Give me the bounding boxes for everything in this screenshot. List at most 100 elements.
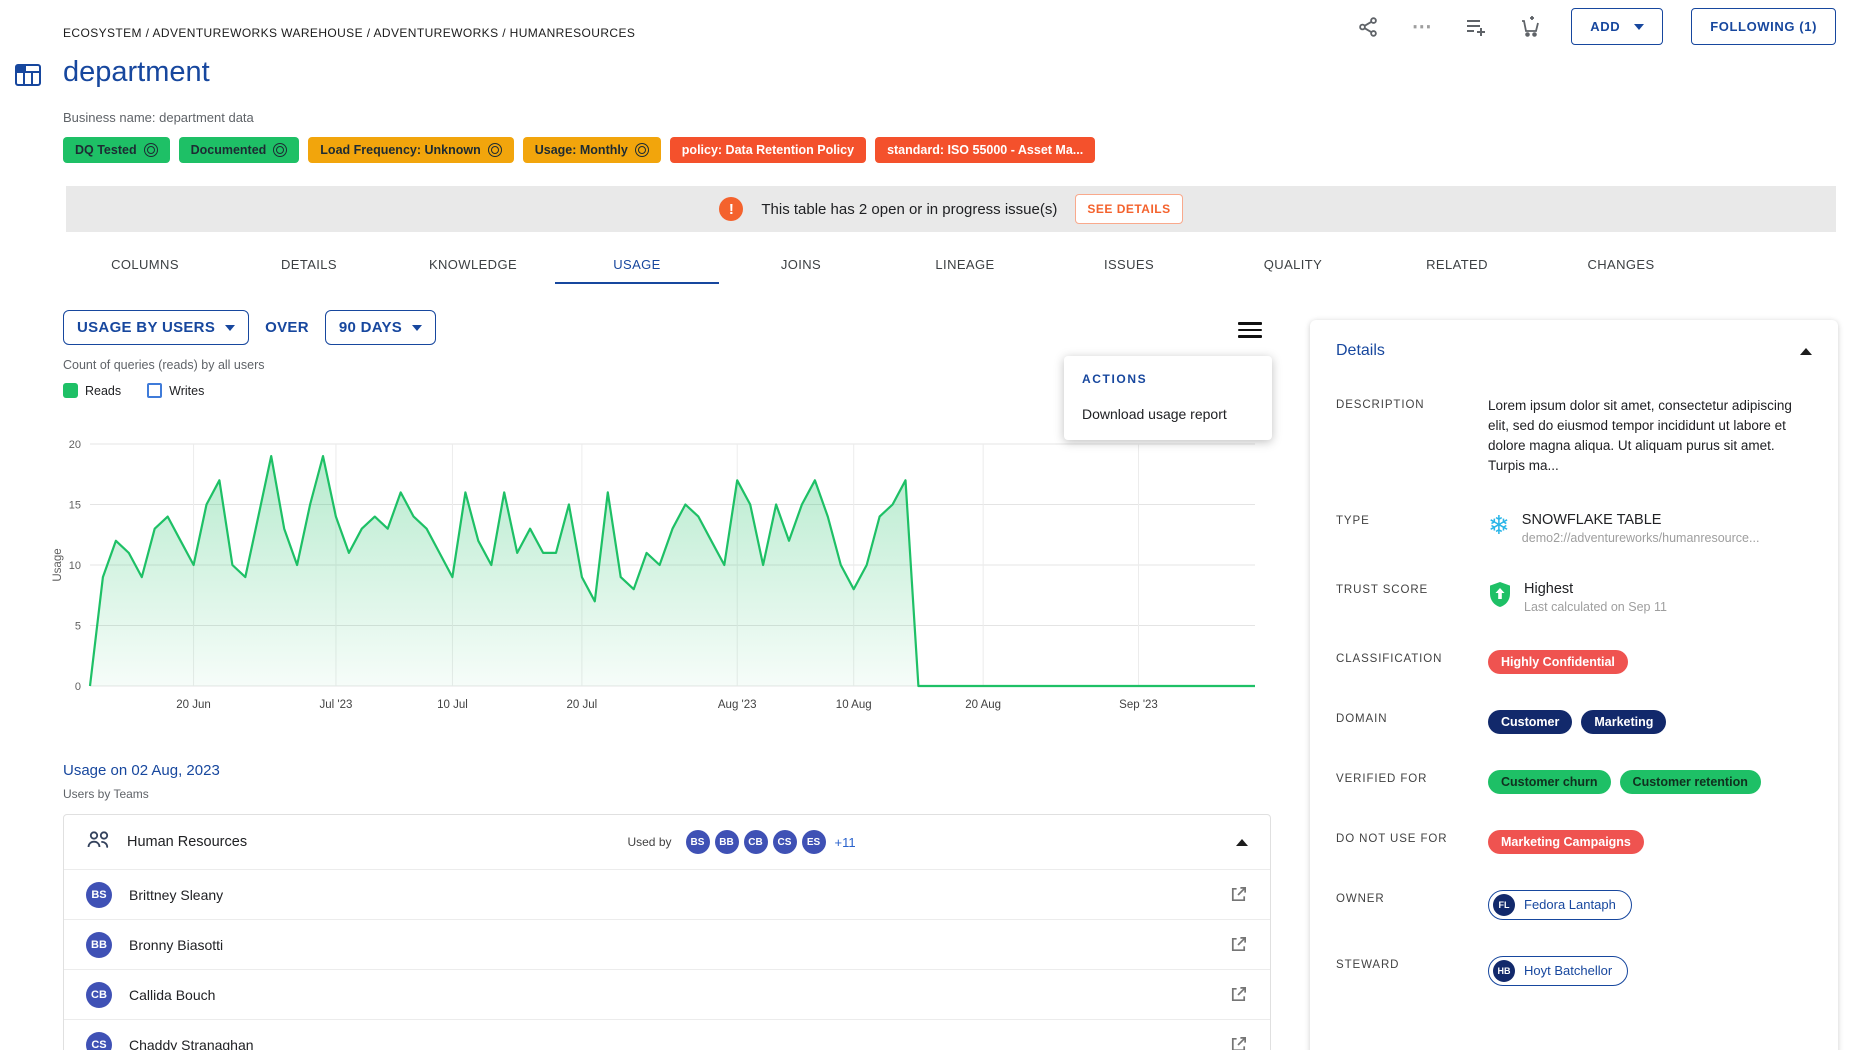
- following-button-label: FOLLOWING (1): [1710, 19, 1817, 34]
- tab-related[interactable]: RELATED: [1375, 246, 1539, 284]
- svg-text:20 Aug: 20 Aug: [965, 699, 1001, 711]
- do-not-use-pill[interactable]: Marketing Campaigns: [1488, 830, 1644, 854]
- svg-text:10 Jul: 10 Jul: [437, 699, 468, 711]
- usage-metric-label: USAGE BY USERS: [77, 319, 215, 336]
- add-to-cart-icon[interactable]: [1517, 14, 1543, 40]
- svg-text:20 Jun: 20 Jun: [176, 699, 211, 711]
- more-icon[interactable]: ⋯: [1409, 14, 1435, 40]
- svg-text:10: 10: [69, 560, 81, 572]
- badge-row: DQ Tested Documented Load Frequency: Unk…: [63, 137, 1095, 163]
- details-panel: Details DESCRIPTION Lorem ipsum dolor si…: [1310, 320, 1838, 1050]
- tab-lineage[interactable]: LINEAGE: [883, 246, 1047, 284]
- tab-issues[interactable]: ISSUES: [1047, 246, 1211, 284]
- used-by-label: Used by: [627, 835, 671, 849]
- user-row[interactable]: CS Chaddy Stranaghan: [64, 1019, 1270, 1050]
- avatar[interactable]: BS: [686, 830, 710, 854]
- domain-label: DOMAIN: [1336, 710, 1488, 734]
- user-name: Callida Bouch: [129, 987, 215, 1003]
- user-row[interactable]: BS Brittney Sleany: [64, 869, 1270, 919]
- tab-knowledge[interactable]: KNOWLEDGE: [391, 246, 555, 284]
- avatar[interactable]: CB: [744, 830, 768, 854]
- domain-pill[interactable]: Customer: [1488, 710, 1572, 734]
- topbar: ⋯ ADD FOLLOWING (1): [1355, 8, 1836, 45]
- steward-label: STEWARD: [1336, 956, 1488, 986]
- menu-item-download-usage-report[interactable]: Download usage report: [1064, 396, 1272, 432]
- avatar: CB: [86, 982, 112, 1008]
- following-button[interactable]: FOLLOWING (1): [1691, 8, 1836, 45]
- svg-text:Usage: Usage: [52, 548, 64, 581]
- external-link-icon[interactable]: [1229, 1035, 1248, 1050]
- badge-policy[interactable]: policy: Data Retention Policy: [670, 137, 866, 163]
- avatar[interactable]: CS: [773, 830, 797, 854]
- usage-metric-dropdown[interactable]: USAGE BY USERS: [63, 310, 249, 345]
- owner-label: OWNER: [1336, 890, 1488, 920]
- badge-label: DQ Tested: [75, 143, 137, 157]
- chevron-down-icon: [1634, 24, 1644, 30]
- tab-columns[interactable]: COLUMNS: [63, 246, 227, 284]
- more-users-link[interactable]: +11: [835, 835, 856, 850]
- chart-subtitle: Count of queries (reads) by all users: [63, 358, 264, 372]
- badge-label: standard: ISO 55000 - Asset Ma...: [887, 143, 1083, 157]
- owner-row: OWNER FL Fedora Lantaph: [1336, 890, 1812, 920]
- add-button[interactable]: ADD: [1571, 8, 1663, 45]
- share-icon[interactable]: [1355, 14, 1381, 40]
- verified-pill[interactable]: Customer retention: [1620, 770, 1761, 794]
- chart-menu-icon[interactable]: [1238, 318, 1262, 342]
- user-row[interactable]: CB Callida Bouch: [64, 969, 1270, 1019]
- table-entity-icon: [13, 60, 43, 95]
- description-text: Lorem ipsum dolor sit amet, consectetur …: [1488, 396, 1812, 476]
- team-header[interactable]: Human Resources Used by BS BB CB CS ES +…: [64, 815, 1270, 869]
- tab-quality[interactable]: QUALITY: [1211, 246, 1375, 284]
- badge-dq-tested[interactable]: DQ Tested: [63, 137, 170, 163]
- badge-documented[interactable]: Documented: [179, 137, 300, 163]
- collapse-details-icon[interactable]: [1800, 348, 1812, 355]
- time-range-dropdown[interactable]: 90 DAYS: [325, 310, 436, 345]
- collapse-team-icon[interactable]: [1236, 839, 1248, 846]
- verified-for-label: VERIFIED FOR: [1336, 770, 1488, 794]
- svg-text:0: 0: [75, 681, 81, 693]
- owner-chip[interactable]: FL Fedora Lantaph: [1488, 890, 1632, 920]
- classification-pill[interactable]: Highly Confidential: [1488, 650, 1628, 674]
- tab-details[interactable]: DETAILS: [227, 246, 391, 284]
- used-by-group: Used by BS BB CB CS ES +11: [627, 830, 855, 854]
- tab-usage[interactable]: USAGE: [555, 246, 719, 284]
- steward-row: STEWARD HB Hoyt Batchellor: [1336, 956, 1812, 986]
- external-link-icon[interactable]: [1229, 935, 1248, 954]
- external-link-icon[interactable]: [1229, 985, 1248, 1004]
- domain-pill[interactable]: Marketing: [1581, 710, 1666, 734]
- avatar[interactable]: BB: [715, 830, 739, 854]
- svg-text:Aug '23: Aug '23: [718, 699, 757, 711]
- business-name: Business name: department data: [63, 110, 254, 125]
- chart-legend: Reads Writes: [63, 383, 204, 398]
- usage-date-link[interactable]: Usage on 02 Aug, 2023: [63, 762, 220, 779]
- verified-pill[interactable]: Customer churn: [1488, 770, 1611, 794]
- badge-load-frequency[interactable]: Load Frequency: Unknown: [308, 137, 513, 163]
- domain-row: DOMAIN Customer Marketing: [1336, 710, 1812, 734]
- avatar[interactable]: ES: [802, 830, 826, 854]
- reads-swatch: [63, 383, 78, 398]
- external-link-icon[interactable]: [1229, 885, 1248, 904]
- breadcrumb[interactable]: ECOSYSTEM / ADVENTUREWORKS WAREHOUSE / A…: [63, 26, 635, 40]
- type-path: demo2://adventureworks/humanresource...: [1522, 531, 1760, 545]
- see-details-button[interactable]: SEE DETAILS: [1075, 194, 1182, 224]
- users-by-teams-label: Users by Teams: [63, 787, 149, 801]
- trust-score-value: Highest: [1524, 581, 1667, 597]
- playlist-add-icon[interactable]: [1463, 14, 1489, 40]
- steward-name: Hoyt Batchellor: [1524, 963, 1612, 978]
- team-card: Human Resources Used by BS BB CB CS ES +…: [63, 814, 1271, 1050]
- actions-menu: ACTIONS Download usage report: [1064, 356, 1272, 440]
- badge-standard[interactable]: standard: ISO 55000 - Asset Ma...: [875, 137, 1095, 163]
- type-row: TYPE ❄ SNOWFLAKE TABLE demo2://adventure…: [1336, 512, 1812, 545]
- badge-usage-monthly[interactable]: Usage: Monthly: [523, 137, 661, 163]
- tab-joins[interactable]: JOINS: [719, 246, 883, 284]
- alert-text: This table has 2 open or in progress iss…: [761, 201, 1057, 218]
- snowflake-icon: ❄: [1488, 512, 1510, 538]
- user-row[interactable]: BB Bronny Biasotti: [64, 919, 1270, 969]
- description-row: DESCRIPTION Lorem ipsum dolor sit amet, …: [1336, 396, 1812, 476]
- tab-changes[interactable]: CHANGES: [1539, 246, 1703, 284]
- writes-checkbox[interactable]: [147, 383, 162, 398]
- steward-chip[interactable]: HB Hoyt Batchellor: [1488, 956, 1628, 986]
- over-label: OVER: [265, 319, 309, 336]
- avatar: BS: [86, 882, 112, 908]
- svg-text:5: 5: [75, 621, 81, 633]
